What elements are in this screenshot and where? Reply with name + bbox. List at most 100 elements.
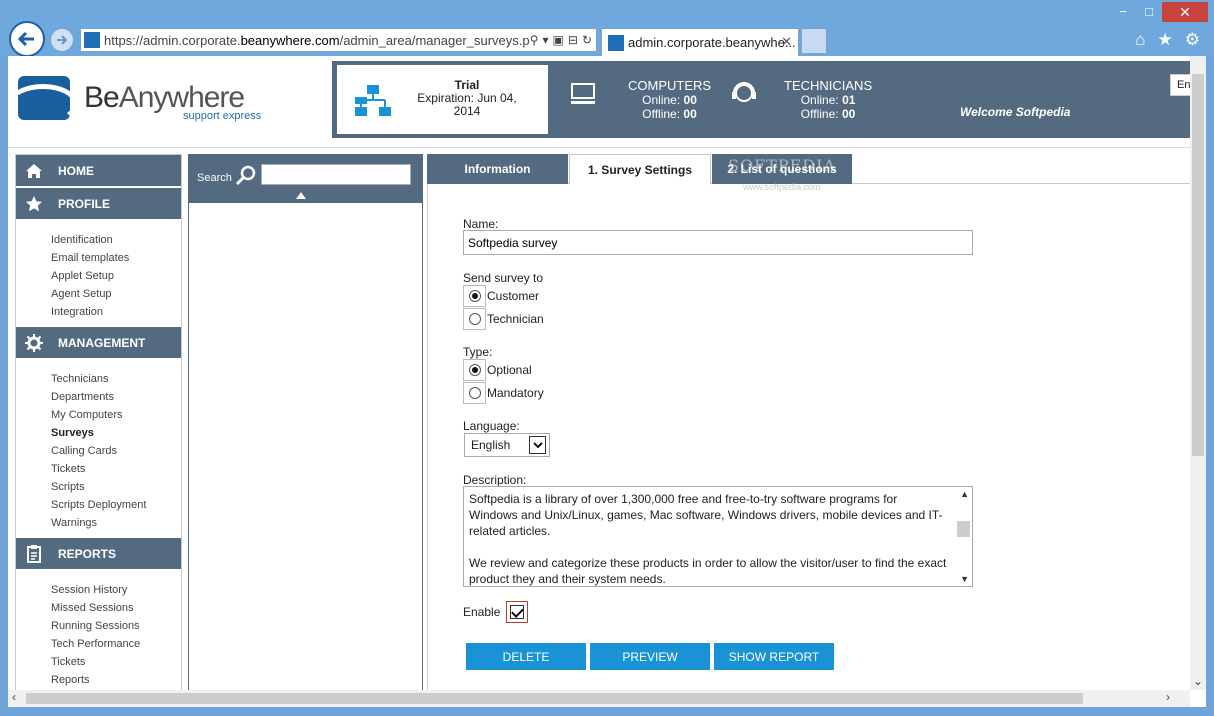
logo-text: BeAnywhere — [84, 81, 245, 114]
maximize-button[interactable]: □ — [1136, 2, 1162, 22]
nav-item-agent-setup[interactable]: Agent Setup — [51, 285, 181, 303]
logo-subtitle: support express — [183, 110, 262, 122]
nav-item-missed-sessions[interactable]: Missed Sessions — [51, 599, 181, 617]
computers-stat: COMPUTERS Online: 00 Offline: 00 — [628, 78, 712, 122]
survey-list-panel: Search — [188, 154, 423, 694]
nav-item-email-templates[interactable]: Email templates — [51, 249, 181, 267]
close-window-button[interactable]: ✕ — [1162, 2, 1208, 22]
nav-item-session-history[interactable]: Session History — [51, 581, 181, 599]
nav-item-departments[interactable]: Departments — [51, 388, 181, 406]
dropdown-icon[interactable]: ▾ — [543, 33, 549, 47]
forward-button[interactable] — [50, 28, 74, 52]
nav-item-integration[interactable]: Integration — [51, 303, 181, 321]
tab-favicon-icon — [608, 34, 624, 51]
header-divider — [8, 147, 1198, 148]
left-navigation: HOME PROFILE Identification Email templa… — [15, 154, 182, 694]
trial-expiration: Expiration: Jun 04, 2014 — [417, 91, 517, 118]
description-textarea[interactable]: Softpedia is a library of over 1,300,000… — [463, 486, 973, 587]
horizontal-scroll-thumb[interactable] — [26, 693, 1083, 704]
refresh-icon[interactable]: ↻ — [582, 33, 592, 47]
search-icon[interactable]: ⚲ — [530, 33, 539, 47]
scroll-up-icon[interactable]: ▲ — [960, 489, 969, 499]
new-tab-button[interactable] — [801, 28, 827, 54]
nav-item-calling-cards[interactable]: Calling Cards — [51, 442, 181, 460]
gear-icon[interactable]: ⚙ — [1185, 30, 1200, 50]
radio-optional-button[interactable] — [468, 364, 481, 376]
page-horizontal-scrollbar[interactable]: ‹ › — [8, 690, 1190, 707]
language-select[interactable]: English — [464, 433, 550, 457]
name-field[interactable] — [463, 230, 973, 255]
show-report-button[interactable]: SHOW REPORT — [714, 643, 834, 670]
lock-icon[interactable]: ⊟ — [568, 33, 578, 47]
nav-profile[interactable]: PROFILE — [16, 188, 181, 221]
profile-items: Identification Email templates Applet Se… — [16, 221, 181, 327]
search-icon[interactable] — [235, 165, 257, 187]
radio-customer-button[interactable] — [468, 290, 481, 302]
radio-mandatory-button[interactable] — [468, 387, 481, 399]
enable-row: Enable — [463, 601, 529, 623]
search-input[interactable] — [261, 164, 411, 185]
description-text: Softpedia is a library of over 1,300,000… — [469, 492, 947, 586]
tab-survey-settings[interactable]: 1. Survey Settings — [569, 154, 711, 184]
search-label: Search — [197, 172, 232, 184]
arrow-right-icon — [57, 35, 68, 45]
nav-item-scripts[interactable]: Scripts — [51, 478, 181, 496]
vertical-scroll-thumb[interactable] — [1192, 74, 1204, 456]
enable-checkbox-wrapper[interactable] — [506, 601, 529, 623]
favorites-star-icon[interactable]: ★ — [1158, 30, 1173, 50]
type-label: Type: — [463, 345, 493, 359]
nav-item-warnings[interactable]: Warnings — [51, 514, 181, 532]
nav-item-report-tickets[interactable]: Tickets — [51, 653, 181, 671]
sort-up-icon[interactable] — [296, 192, 306, 199]
radio-customer[interactable]: Customer — [463, 285, 539, 307]
delete-button[interactable]: DELETE — [466, 643, 586, 670]
scroll-down-icon[interactable]: ▼ — [960, 574, 969, 584]
address-bar[interactable]: https://admin.corporate.beanywhere.com/a… — [80, 28, 597, 52]
nav-management[interactable]: MANAGEMENT — [16, 327, 181, 360]
search-header: Search — [189, 155, 422, 203]
logo-mark-icon — [18, 76, 70, 120]
clipboard-icon — [24, 544, 44, 564]
back-button[interactable] — [9, 21, 45, 57]
watermark: SOFTPEDIA — [728, 156, 836, 175]
nav-item-tech-performance[interactable]: Tech Performance — [51, 635, 181, 653]
nav-item-tickets[interactable]: Tickets — [51, 460, 181, 478]
nav-item-my-computers[interactable]: My Computers — [51, 406, 181, 424]
send-survey-label: Send survey to — [463, 271, 544, 285]
window-controls: − □ ✕ — [1110, 2, 1208, 22]
web-page: BeAnywhere support express Trial Expirat… — [8, 56, 1206, 707]
nav-item-reports[interactable]: Reports — [51, 671, 181, 689]
nav-item-surveys[interactable]: Surveys — [51, 424, 181, 442]
radio-technician[interactable]: Technician — [463, 308, 544, 330]
radio-technician-button[interactable] — [468, 313, 481, 325]
enable-label: Enable — [463, 605, 501, 619]
description-scrollbar[interactable]: ▲ ▼ — [955, 487, 972, 586]
scroll-right-icon[interactable]: › — [1166, 690, 1170, 704]
chevron-down-icon[interactable] — [529, 436, 546, 454]
nav-home[interactable]: HOME — [16, 155, 181, 188]
nav-item-identification[interactable]: Identification — [51, 231, 181, 249]
preview-button[interactable]: PREVIEW — [590, 643, 710, 670]
minimize-button[interactable]: − — [1110, 2, 1136, 22]
enable-checkbox[interactable] — [510, 605, 525, 619]
scroll-down-icon[interactable]: ⌄ — [1193, 674, 1203, 688]
browser-tab[interactable]: admin.corporate.beanywhe... ✕ — [601, 28, 799, 56]
radio-mandatory[interactable]: Mandatory — [463, 382, 544, 404]
name-label: Name: — [463, 217, 499, 231]
trial-box: Trial Expiration: Jun 04, 2014 — [337, 65, 548, 134]
nav-item-running-sessions[interactable]: Running Sessions — [51, 617, 181, 635]
compat-view-icon[interactable]: ▣ — [553, 33, 564, 47]
nav-item-scripts-deployment[interactable]: Scripts Deployment — [51, 496, 181, 514]
page-vertical-scrollbar[interactable]: ⌄ — [1190, 56, 1206, 690]
tab-information[interactable]: Information — [427, 154, 568, 184]
scroll-thumb[interactable] — [957, 521, 970, 537]
language-label: Language: — [463, 419, 520, 433]
nav-item-technicians[interactable]: Technicians — [51, 370, 181, 388]
scroll-left-icon[interactable]: ‹ — [12, 690, 16, 704]
close-tab-icon[interactable]: ✕ — [781, 34, 792, 50]
nav-reports[interactable]: REPORTS — [16, 538, 181, 571]
radio-optional[interactable]: Optional — [463, 359, 532, 381]
home-icon[interactable]: ⌂ — [1135, 30, 1145, 50]
url-text[interactable]: https://admin.corporate.beanywhere.com/a… — [104, 33, 530, 48]
nav-item-applet-setup[interactable]: Applet Setup — [51, 267, 181, 285]
